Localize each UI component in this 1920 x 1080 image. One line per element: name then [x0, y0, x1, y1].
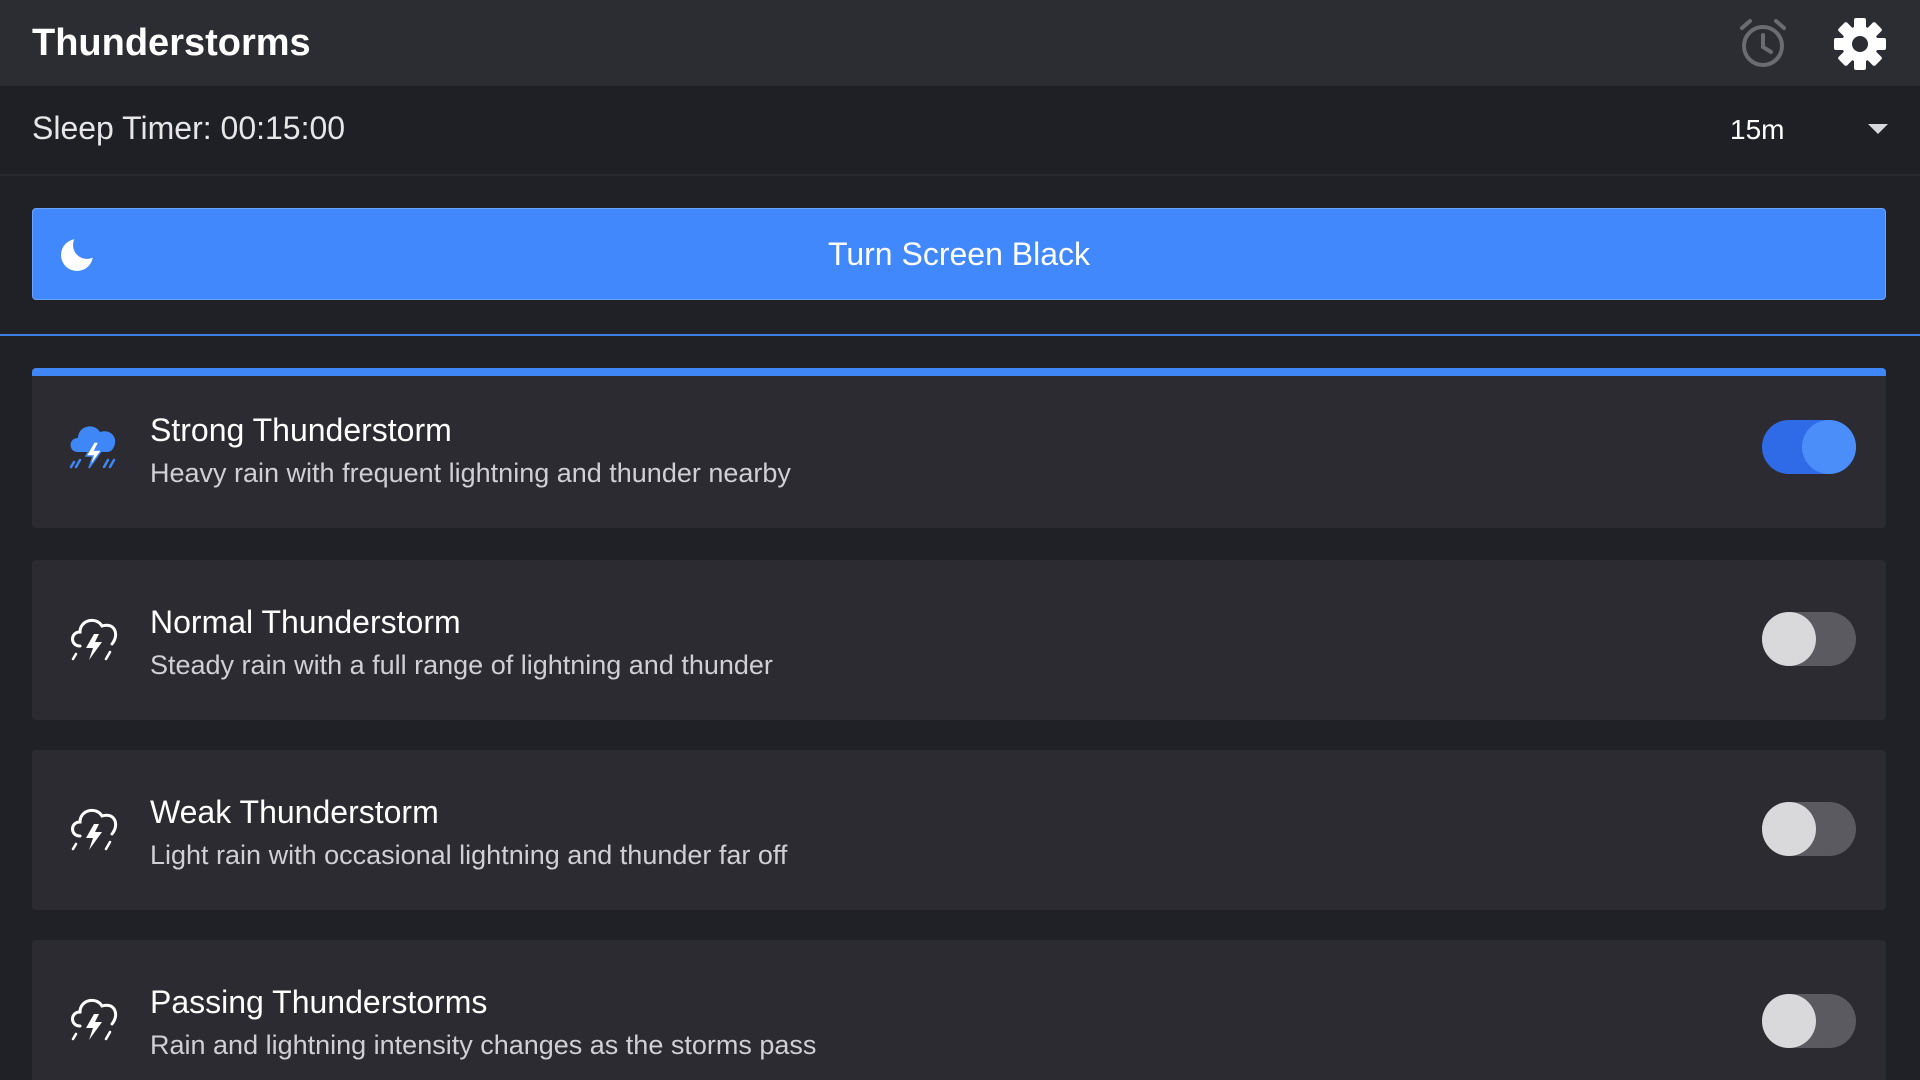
turn-screen-black-label: Turn Screen Black — [827, 236, 1091, 272]
sound-card-strong-thunderstorm[interactable]: Strong Thunderstorm Heavy rain with freq… — [32, 368, 1886, 528]
active-accent-bar — [32, 368, 1886, 376]
sound-name: Strong Thunderstorm — [150, 412, 452, 448]
sound-card-passing-thunderstorms[interactable]: Passing Thunderstorms Rain and lightning… — [32, 940, 1886, 1080]
sleep-timer-dropdown[interactable]: 15m — [1700, 102, 1900, 158]
sound-card-normal-thunderstorm[interactable]: Normal Thunderstorm Steady rain with a f… — [32, 560, 1886, 720]
toggle-knob — [1762, 994, 1816, 1048]
page-title: Thunderstorms — [32, 22, 311, 64]
thunderstorm-icon — [71, 808, 118, 851]
sound-name: Weak Thunderstorm — [150, 794, 439, 830]
sleep-timer-value: 15m — [1730, 114, 1785, 145]
sleep-timer-bar: Sleep Timer: 00:15:00 15m — [0, 86, 1920, 176]
sound-description: Steady rain with a full range of lightni… — [150, 650, 773, 680]
sound-card-weak-thunderstorm[interactable]: Weak Thunderstorm Light rain with occasi… — [32, 750, 1886, 910]
sound-name: Normal Thunderstorm — [150, 604, 461, 640]
sound-description: Rain and lightning intensity changes as … — [150, 1030, 817, 1060]
section-divider — [0, 334, 1920, 336]
sound-name: Passing Thunderstorms — [150, 984, 488, 1020]
thunderstorm-icon — [71, 998, 118, 1041]
chevron-down-icon — [1868, 124, 1888, 134]
sound-description: Heavy rain with frequent lightning and t… — [150, 458, 791, 488]
alarm-clock-icon[interactable] — [1736, 16, 1790, 70]
header-bar: Thunderstorms — [0, 0, 1920, 86]
toggle-knob — [1762, 612, 1816, 666]
gear-icon[interactable] — [1832, 16, 1888, 72]
thunderstorm-icon — [71, 618, 118, 661]
toggle-knob — [1802, 420, 1856, 474]
sound-description: Light rain with occasional lightning and… — [150, 840, 788, 870]
sound-toggle[interactable] — [1762, 802, 1856, 856]
thunderstorm-icon — [69, 426, 116, 469]
toggle-knob — [1762, 802, 1816, 856]
turn-screen-black-button[interactable]: Turn Screen Black — [32, 208, 1886, 300]
sleep-timer-label: Sleep Timer: 00:15:00 — [32, 110, 346, 146]
sound-toggle[interactable] — [1762, 994, 1856, 1048]
sound-toggle[interactable] — [1762, 612, 1856, 666]
app: Thunderstorms Sleep Timer: 00:15:00 15m … — [0, 0, 1920, 1080]
sound-toggle[interactable] — [1762, 420, 1856, 474]
